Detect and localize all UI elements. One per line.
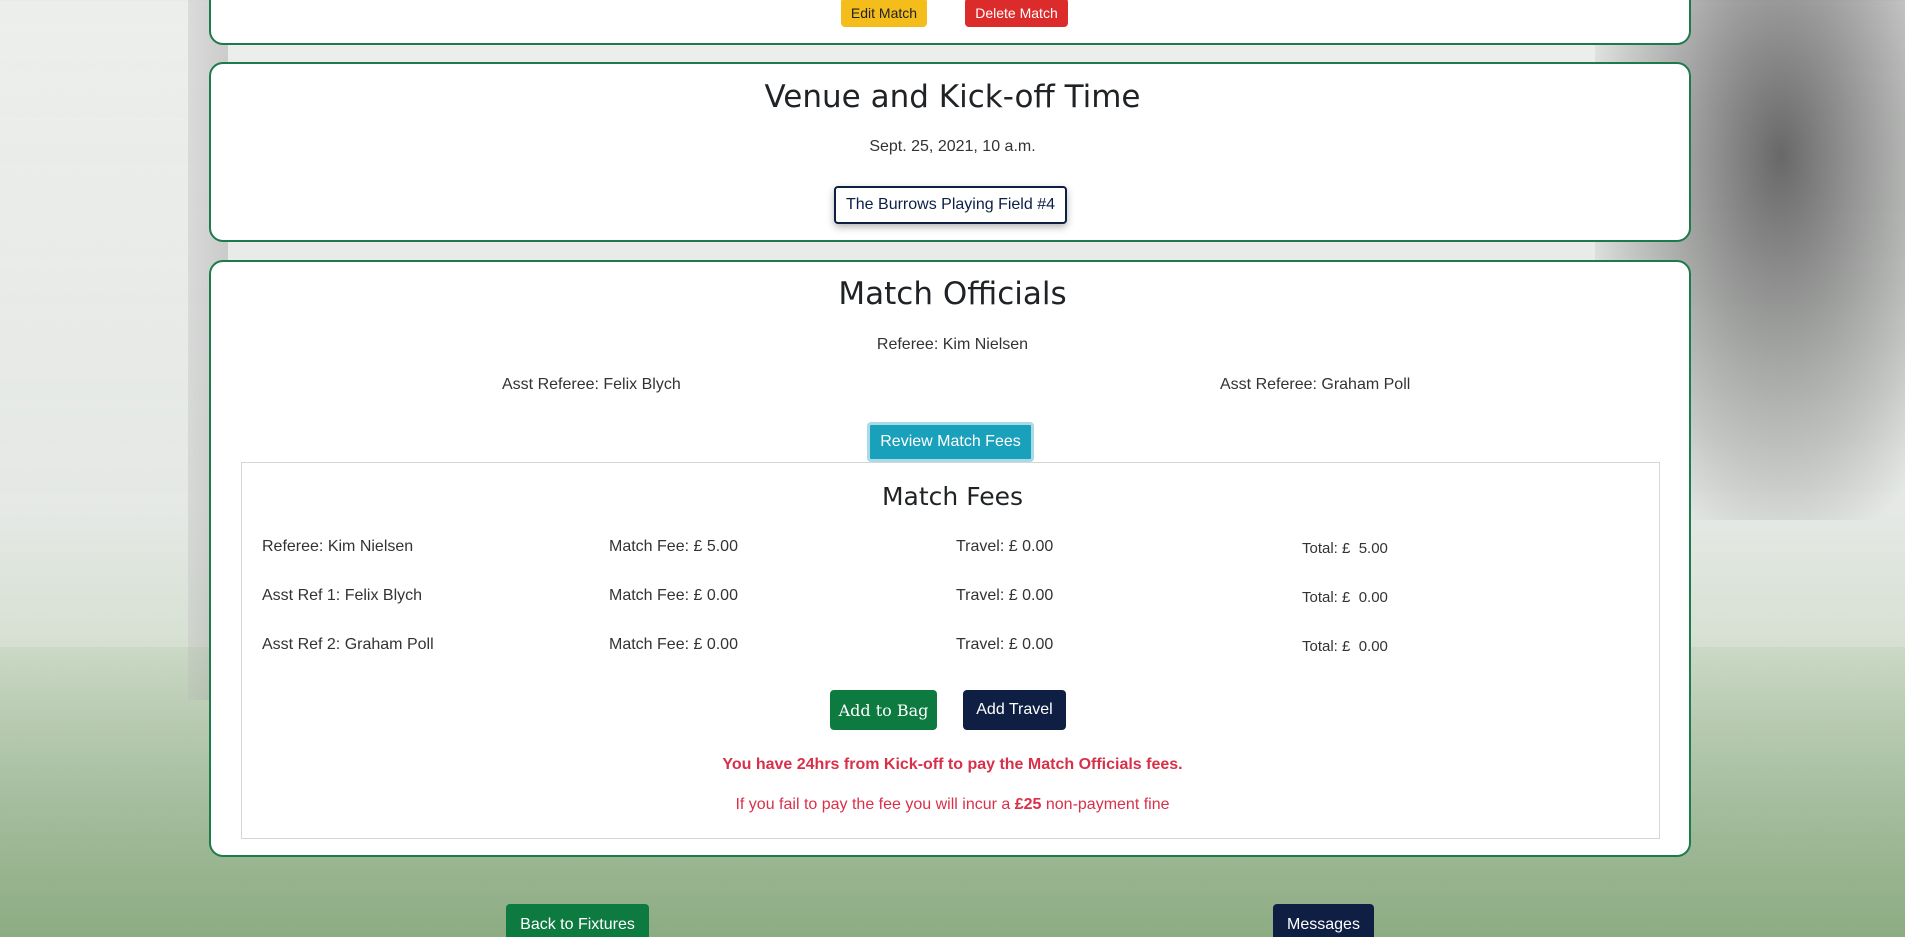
- assistant-referee-2: Asst Referee: Graham Poll: [1220, 376, 1411, 393]
- fee-match-fee: Match Fee: £ 0.00: [609, 636, 738, 653]
- officials-title: Match Officials: [838, 276, 1067, 312]
- edit-match-button[interactable]: Edit Match: [841, 0, 927, 27]
- payment-deadline-warning: You have 24hrs from Kick-off to pay the …: [722, 756, 1183, 773]
- add-to-bag-button[interactable]: Add to Bag: [830, 690, 937, 730]
- fee-travel: Travel: £ 0.00: [956, 636, 1054, 653]
- messages-button[interactable]: Messages: [1273, 904, 1374, 937]
- fee-total: Total: £ 0.00: [1302, 638, 1388, 655]
- fee-match-fee: Match Fee: £ 5.00: [609, 538, 738, 555]
- delete-match-button[interactable]: Delete Match: [965, 0, 1068, 27]
- fine-suffix: non-payment fine: [1041, 796, 1170, 813]
- fee-total: Total: £ 0.00: [1302, 589, 1388, 606]
- add-travel-button[interactable]: Add Travel: [963, 690, 1066, 730]
- match-actions-card: [209, 0, 1691, 45]
- fee-travel: Travel: £ 0.00: [956, 587, 1054, 604]
- fee-total: Total: £ 5.00: [1302, 540, 1388, 557]
- fine-amount: £25: [1014, 796, 1042, 813]
- fee-official-name: Referee: Kim Nielsen: [262, 538, 414, 555]
- fee-official-name: Asst Ref 1: Felix Blych: [262, 587, 423, 604]
- referee-name: Referee: Kim Nielsen: [876, 336, 1029, 353]
- match-fees-title: Match Fees: [881, 482, 1024, 511]
- back-to-fixtures-button[interactable]: Back to Fixtures: [506, 904, 649, 937]
- venue-field-button[interactable]: The Burrows Playing Field #4: [834, 186, 1067, 224]
- venue-title: Venue and Kick-off Time: [764, 79, 1141, 115]
- fee-travel: Travel: £ 0.00: [956, 538, 1054, 555]
- fine-prefix: If you fail to pay the fee you will incu…: [735, 796, 1015, 813]
- match-fees-panel: [241, 462, 1660, 839]
- non-payment-fine-notice: If you fail to pay the fee you will incu…: [0, 796, 1905, 814]
- review-match-fees-button[interactable]: Review Match Fees: [867, 422, 1034, 462]
- fee-official-name: Asst Ref 2: Graham Poll: [262, 636, 434, 653]
- kickoff-date: Sept. 25, 2021, 10 a.m.: [869, 138, 1036, 155]
- assistant-referee-1: Asst Referee: Felix Blych: [502, 376, 681, 393]
- fee-match-fee: Match Fee: £ 0.00: [609, 587, 738, 604]
